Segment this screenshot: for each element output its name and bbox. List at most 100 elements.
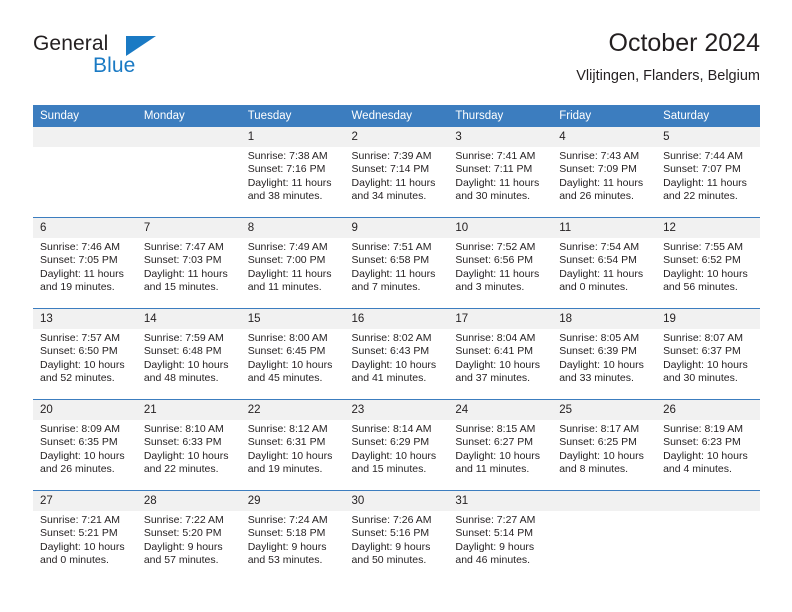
day-number: 31	[448, 491, 553, 511]
day-cell[interactable]: 8 Sunrise: 7:49 AM Sunset: 7:00 PM Dayli…	[240, 217, 345, 309]
weekday-header-saturday: Saturday	[656, 105, 760, 127]
weekday-header-monday: Monday	[136, 105, 241, 127]
day-details: Sunrise: 7:41 AM Sunset: 7:11 PM Dayligh…	[448, 147, 552, 203]
daylight-text-line2: and 37 minutes.	[455, 371, 531, 384]
day-cell[interactable]	[33, 127, 137, 218]
day-number: 18	[552, 309, 657, 329]
day-details	[137, 147, 241, 150]
daylight-text-line2: and 38 minutes.	[247, 189, 323, 202]
day-cell[interactable]: 19 Sunrise: 8:07 AM Sunset: 6:37 PM Dayl…	[656, 308, 760, 400]
daylight-text-line2: and 57 minutes.	[143, 553, 219, 566]
day-cell[interactable]: 27 Sunrise: 7:21 AM Sunset: 5:21 PM Dayl…	[33, 490, 137, 581]
sunrise-text: Sunrise: 7:51 AM	[351, 241, 432, 253]
day-number: 27	[33, 491, 137, 511]
daylight-text-line1: Daylight: 10 hours	[143, 358, 229, 371]
daylight-text-line1: Daylight: 11 hours	[247, 267, 332, 280]
daylight-text-line2: and 0 minutes.	[40, 553, 109, 566]
sunrise-text: Sunrise: 7:44 AM	[663, 150, 744, 162]
day-details: Sunrise: 7:46 AM Sunset: 7:05 PM Dayligh…	[33, 238, 137, 294]
daylight-text-line1: Daylight: 11 hours	[663, 176, 747, 189]
day-cell[interactable]: 22 Sunrise: 8:12 AM Sunset: 6:31 PM Dayl…	[240, 399, 345, 491]
generalblue-logo[interactable]: General Blue	[33, 32, 263, 88]
day-cell[interactable]	[656, 490, 760, 581]
daylight-text-line1: Daylight: 11 hours	[143, 267, 228, 280]
day-cell[interactable]	[136, 127, 241, 218]
page-subtitle: Vlijtingen, Flanders, Belgium	[576, 68, 760, 84]
day-details: Sunrise: 7:54 AM Sunset: 6:54 PM Dayligh…	[552, 238, 656, 294]
day-cell[interactable]: 2 Sunrise: 7:39 AM Sunset: 7:14 PM Dayli…	[344, 127, 449, 218]
day-cell[interactable]: 9 Sunrise: 7:51 AM Sunset: 6:58 PM Dayli…	[344, 217, 449, 309]
day-cell[interactable]: 3 Sunrise: 7:41 AM Sunset: 7:11 PM Dayli…	[448, 127, 553, 218]
day-cell[interactable]: 4 Sunrise: 7:43 AM Sunset: 7:09 PM Dayli…	[552, 127, 657, 218]
day-cell[interactable]: 24 Sunrise: 8:15 AM Sunset: 6:27 PM Dayl…	[448, 399, 553, 491]
day-number: 22	[240, 400, 345, 420]
sunset-text: Sunset: 6:58 PM	[351, 254, 430, 267]
day-cell[interactable]: 16 Sunrise: 8:02 AM Sunset: 6:43 PM Dayl…	[344, 308, 449, 400]
day-cell[interactable]: 28 Sunrise: 7:22 AM Sunset: 5:20 PM Dayl…	[136, 490, 241, 581]
day-number: 12	[656, 218, 760, 238]
day-cell[interactable]: 29 Sunrise: 7:24 AM Sunset: 5:18 PM Dayl…	[240, 490, 345, 581]
sunrise-text: Sunrise: 8:17 AM	[559, 423, 640, 435]
logo-text-general: General	[33, 32, 109, 55]
daylight-text-line1: Daylight: 10 hours	[455, 358, 541, 371]
sunset-text: Sunset: 6:54 PM	[559, 254, 637, 267]
day-cell[interactable]: 31 Sunrise: 7:27 AM Sunset: 5:14 PM Dayl…	[448, 490, 553, 581]
calendar-week-row: 6 Sunrise: 7:46 AM Sunset: 7:05 PM Dayli…	[33, 217, 760, 309]
day-cell[interactable]: 12 Sunrise: 7:55 AM Sunset: 6:52 PM Dayl…	[656, 217, 760, 309]
sunrise-text: Sunrise: 7:49 AM	[247, 241, 328, 253]
sunrise-text: Sunrise: 7:27 AM	[455, 514, 536, 526]
day-cell[interactable]: 26 Sunrise: 8:19 AM Sunset: 6:23 PM Dayl…	[656, 399, 760, 491]
day-cell[interactable]: 30 Sunrise: 7:26 AM Sunset: 5:16 PM Dayl…	[344, 490, 449, 581]
day-cell[interactable]: 13 Sunrise: 7:57 AM Sunset: 6:50 PM Dayl…	[33, 308, 137, 400]
daylight-text-line2: and 3 minutes.	[455, 280, 525, 293]
sunset-text: Sunset: 6:48 PM	[143, 345, 222, 358]
daylight-text-line2: and 11 minutes.	[247, 280, 322, 293]
daylight-text-line1: Daylight: 10 hours	[40, 540, 125, 553]
day-cell[interactable]: 1 Sunrise: 7:38 AM Sunset: 7:16 PM Dayli…	[240, 127, 345, 218]
day-cell[interactable]: 11 Sunrise: 7:54 AM Sunset: 6:54 PM Dayl…	[552, 217, 657, 309]
sunset-text: Sunset: 7:09 PM	[559, 163, 637, 176]
day-cell[interactable]	[552, 490, 657, 581]
day-cell[interactable]: 7 Sunrise: 7:47 AM Sunset: 7:03 PM Dayli…	[136, 217, 241, 309]
calendar-week-row: 27 Sunrise: 7:21 AM Sunset: 5:21 PM Dayl…	[33, 490, 760, 581]
daylight-text-line2: and 46 minutes.	[455, 553, 531, 566]
page-header: General Blue October 2024 Vlijtingen, Fl…	[33, 28, 760, 98]
day-details: Sunrise: 8:02 AM Sunset: 6:43 PM Dayligh…	[345, 329, 449, 385]
daylight-text-line1: Daylight: 11 hours	[351, 267, 436, 280]
daylight-text-line2: and 19 minutes.	[247, 462, 323, 475]
day-details: Sunrise: 8:04 AM Sunset: 6:41 PM Dayligh…	[448, 329, 552, 385]
day-cell[interactable]: 5 Sunrise: 7:44 AM Sunset: 7:07 PM Dayli…	[656, 127, 760, 218]
day-cell[interactable]: 10 Sunrise: 7:52 AM Sunset: 6:56 PM Dayl…	[448, 217, 553, 309]
day-cell[interactable]: 17 Sunrise: 8:04 AM Sunset: 6:41 PM Dayl…	[448, 308, 553, 400]
sunset-text: Sunset: 6:29 PM	[351, 436, 430, 449]
day-number: 7	[136, 218, 241, 238]
day-cell[interactable]: 21 Sunrise: 8:10 AM Sunset: 6:33 PM Dayl…	[136, 399, 241, 491]
day-cell[interactable]: 18 Sunrise: 8:05 AM Sunset: 6:39 PM Dayl…	[552, 308, 657, 400]
daylight-text-line2: and 41 minutes.	[351, 371, 427, 384]
daylight-text-line2: and 26 minutes.	[40, 462, 115, 475]
daylight-text-line1: Daylight: 9 hours	[247, 540, 327, 553]
day-details: Sunrise: 7:59 AM Sunset: 6:48 PM Dayligh…	[137, 329, 241, 385]
sunrise-text: Sunrise: 7:54 AM	[559, 241, 640, 253]
daylight-text-line2: and 22 minutes.	[143, 462, 219, 475]
day-number: 29	[240, 491, 345, 511]
day-cell[interactable]: 25 Sunrise: 8:17 AM Sunset: 6:25 PM Dayl…	[552, 399, 657, 491]
day-cell[interactable]: 14 Sunrise: 7:59 AM Sunset: 6:48 PM Dayl…	[136, 308, 241, 400]
daylight-text-line2: and 4 minutes.	[663, 462, 732, 475]
sunset-text: Sunset: 6:52 PM	[663, 254, 741, 267]
day-details: Sunrise: 8:10 AM Sunset: 6:33 PM Dayligh…	[137, 420, 241, 476]
day-cell[interactable]: 20 Sunrise: 8:09 AM Sunset: 6:35 PM Dayl…	[33, 399, 137, 491]
day-details: Sunrise: 7:47 AM Sunset: 7:03 PM Dayligh…	[137, 238, 241, 294]
day-details: Sunrise: 8:15 AM Sunset: 6:27 PM Dayligh…	[448, 420, 552, 476]
sunset-text: Sunset: 7:05 PM	[40, 254, 118, 267]
day-number: 3	[448, 127, 553, 147]
day-details	[552, 511, 656, 514]
daylight-text-line2: and 8 minutes.	[559, 462, 629, 475]
daylight-text-line1: Daylight: 11 hours	[455, 267, 540, 280]
day-cell[interactable]: 23 Sunrise: 8:14 AM Sunset: 6:29 PM Dayl…	[344, 399, 449, 491]
calendar-week-row: 13 Sunrise: 7:57 AM Sunset: 6:50 PM Dayl…	[33, 308, 760, 400]
day-cell[interactable]: 6 Sunrise: 7:46 AM Sunset: 7:05 PM Dayli…	[33, 217, 137, 309]
day-cell[interactable]: 15 Sunrise: 8:00 AM Sunset: 6:45 PM Dayl…	[240, 308, 345, 400]
daylight-text-line2: and 33 minutes.	[559, 371, 634, 384]
day-number: 26	[656, 400, 760, 420]
